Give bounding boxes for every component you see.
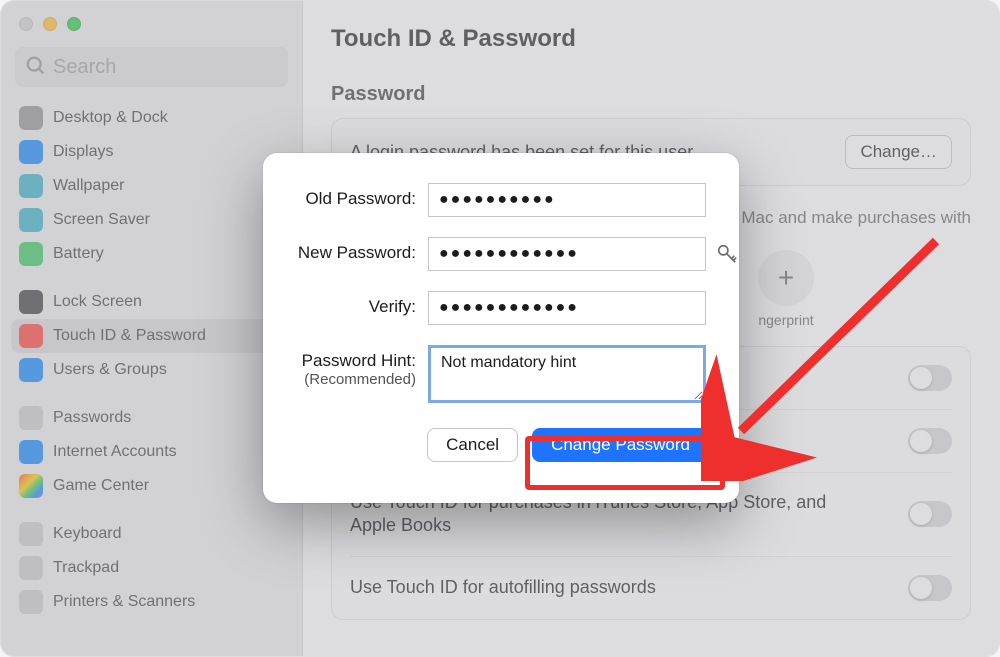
passwords-icon bbox=[19, 406, 43, 430]
sidebar-item-label: Touch ID & Password bbox=[53, 327, 206, 345]
sidebar: Desktop & Dock Displays Wallpaper Screen Sa… bbox=[1, 1, 303, 656]
change-password-dialog: Old Password: New Password: Verify: Pass… bbox=[263, 153, 739, 503]
toggle-switch-1[interactable] bbox=[908, 365, 952, 391]
sidebar-item-label: Battery bbox=[53, 245, 104, 263]
wallpaper-icon bbox=[19, 174, 43, 198]
sidebar-item-label: Lock Screen bbox=[53, 293, 142, 311]
verify-password-input[interactable] bbox=[428, 291, 706, 325]
lock-icon bbox=[19, 290, 43, 314]
verify-password-label: Verify: bbox=[283, 291, 428, 317]
displays-icon bbox=[19, 140, 43, 164]
toggle-row-4: Use Touch ID for autofilling passwords bbox=[350, 556, 952, 619]
desktop-icon bbox=[19, 106, 43, 130]
add-fingerprint-label: ngerprint bbox=[758, 312, 813, 328]
sidebar-item-desktop-dock[interactable]: Desktop & Dock bbox=[11, 101, 292, 135]
sidebar-item-label: Displays bbox=[53, 143, 113, 161]
sidebar-item-label: Internet Accounts bbox=[53, 443, 177, 461]
keyboard-icon bbox=[19, 522, 43, 546]
printers-icon bbox=[19, 590, 43, 614]
sidebar-item-lock-screen[interactable]: Lock Screen bbox=[11, 285, 292, 319]
new-password-label: New Password: bbox=[283, 237, 428, 263]
sidebar-item-wallpaper[interactable]: Wallpaper bbox=[11, 169, 292, 203]
saver-icon bbox=[19, 208, 43, 232]
toggle-switch-4[interactable] bbox=[908, 575, 952, 601]
sidebar-item-battery[interactable]: Battery bbox=[11, 237, 292, 271]
sidebar-item-trackpad[interactable]: Trackpad bbox=[11, 551, 292, 585]
sidebar-item-printers-scanners[interactable]: Printers & Scanners bbox=[11, 585, 292, 619]
sidebar-list: Desktop & Dock Displays Wallpaper Screen Sa… bbox=[1, 101, 302, 633]
change-password-button[interactable]: Change… bbox=[845, 135, 952, 169]
password-hint-input[interactable]: Not mandatory hint bbox=[428, 345, 706, 403]
sidebar-item-label: Keyboard bbox=[53, 525, 122, 543]
users-icon bbox=[19, 358, 43, 382]
gamectr-icon bbox=[19, 474, 43, 498]
search-container bbox=[1, 47, 302, 101]
page-title: Touch ID & Password bbox=[331, 25, 971, 53]
change-password-submit-button[interactable]: Change Password bbox=[532, 428, 709, 462]
sidebar-item-label: Passwords bbox=[53, 409, 131, 427]
plus-icon: + bbox=[758, 250, 814, 306]
sidebar-item-label: Wallpaper bbox=[53, 177, 124, 195]
sidebar-item-game-center[interactable]: Game Center bbox=[11, 469, 292, 503]
toggle-switch-2[interactable] bbox=[908, 428, 952, 454]
cancel-button[interactable]: Cancel bbox=[427, 428, 518, 462]
password-section-label: Password bbox=[331, 83, 971, 106]
toggle-text-4: Use Touch ID for autofilling passwords bbox=[350, 576, 656, 599]
toggle-switch-3[interactable] bbox=[908, 501, 952, 527]
search-icon bbox=[25, 55, 47, 77]
sidebar-item-label: Game Center bbox=[53, 477, 149, 495]
sidebar-item-label: Printers & Scanners bbox=[53, 593, 195, 611]
sidebar-item-internet-accounts[interactable]: Internet Accounts bbox=[11, 435, 292, 469]
sidebar-item-passwords[interactable]: Passwords bbox=[11, 401, 292, 435]
trackpad-icon bbox=[19, 556, 43, 580]
sidebar-item-users-groups[interactable]: Users & Groups bbox=[11, 353, 292, 387]
sidebar-item-label: Users & Groups bbox=[53, 361, 167, 379]
key-icon[interactable] bbox=[716, 243, 738, 265]
password-hint-label: Password Hint: (Recommended) bbox=[283, 345, 428, 388]
sidebar-item-label: Desktop & Dock bbox=[53, 109, 168, 127]
maximize-window-button[interactable] bbox=[67, 17, 81, 31]
search-input[interactable] bbox=[15, 47, 288, 87]
internet-icon bbox=[19, 440, 43, 464]
sidebar-item-touch-id-password[interactable]: Touch ID & Password bbox=[11, 319, 292, 353]
add-fingerprint[interactable]: + ngerprint bbox=[721, 250, 851, 328]
new-password-input[interactable] bbox=[428, 237, 706, 271]
close-window-button[interactable] bbox=[19, 17, 33, 31]
battery-icon bbox=[19, 242, 43, 266]
sidebar-item-label: Trackpad bbox=[53, 559, 119, 577]
sidebar-item-keyboard[interactable]: Keyboard bbox=[11, 517, 292, 551]
minimize-window-button[interactable] bbox=[43, 17, 57, 31]
window-controls bbox=[1, 11, 302, 47]
password-hint-sublabel: (Recommended) bbox=[283, 371, 416, 388]
old-password-input[interactable] bbox=[428, 183, 706, 217]
sidebar-item-displays[interactable]: Displays bbox=[11, 135, 292, 169]
sidebar-item-label: Screen Saver bbox=[53, 211, 150, 229]
old-password-label: Old Password: bbox=[283, 183, 428, 209]
sidebar-item-screen-saver[interactable]: Screen Saver bbox=[11, 203, 292, 237]
touchid-icon bbox=[19, 324, 43, 348]
